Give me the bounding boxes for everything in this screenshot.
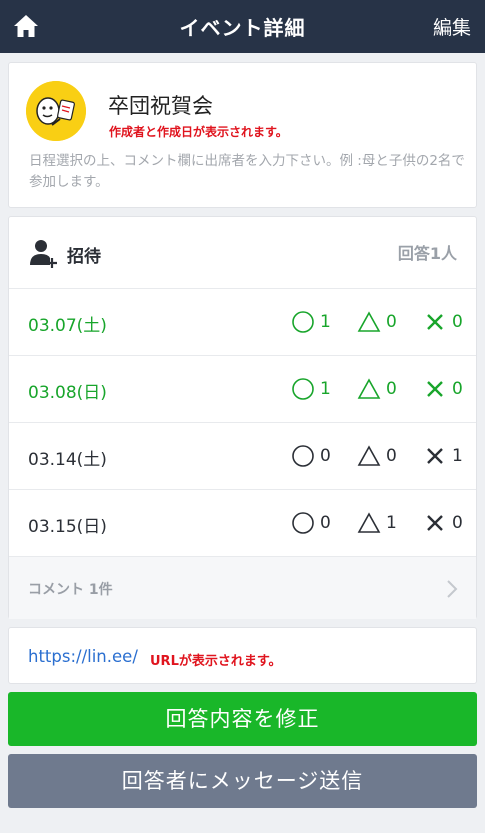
message-responders-button[interactable]: 回答者にメッセージ送信 <box>8 754 477 808</box>
triangle-icon <box>357 311 381 332</box>
invite-header: 招待 回答1人 <box>9 217 476 288</box>
comments-label: コメント 1件 <box>28 582 113 598</box>
date-row[interactable]: 03.15(日) 0 1 0 <box>9 489 476 556</box>
character-avatar <box>26 81 86 141</box>
cross-icon <box>427 381 443 397</box>
triangle-icon <box>357 378 381 399</box>
cross-icon <box>427 448 443 464</box>
date-label: 03.08(日) <box>28 383 107 403</box>
edit-answer-button[interactable]: 回答内容を修正 <box>8 692 477 746</box>
ok-number: 1 <box>320 312 331 332</box>
event-description: 日程選択の上、コメント欄に出席者を入力下さい。例 :母と子供の2名で参加します。 <box>29 153 465 190</box>
ok-number: 1 <box>320 379 331 399</box>
no-number: 0 <box>452 379 463 399</box>
cross-icon <box>427 515 443 531</box>
ok-number: 0 <box>320 513 331 533</box>
add-person-icon <box>30 240 57 268</box>
maybe-number: 0 <box>386 446 397 466</box>
date-row[interactable]: 03.14(土) 0 0 1 <box>9 422 476 489</box>
chevron-right-icon <box>447 580 458 598</box>
no-number: 0 <box>452 312 463 332</box>
circle-icon <box>292 378 314 400</box>
date-label: 03.15(日) <box>28 517 107 537</box>
maybe-number: 0 <box>386 312 397 332</box>
circle-icon <box>292 512 314 534</box>
navbar: イベント詳細 編集 <box>0 0 485 53</box>
date-row[interactable]: 03.08(日) 1 0 0 <box>9 355 476 422</box>
maybe-number: 1 <box>386 513 397 533</box>
date-label: 03.14(土) <box>28 450 107 470</box>
cross-icon <box>427 314 443 330</box>
triangle-icon <box>357 512 381 533</box>
share-url-link[interactable]: https://lin.ee/ <box>28 647 138 666</box>
no-number: 1 <box>452 446 463 466</box>
maybe-number: 0 <box>386 379 397 399</box>
creator-note: 作成者と作成日が表示されます。 <box>109 125 288 139</box>
circle-icon <box>292 311 314 333</box>
circle-icon <box>292 445 314 467</box>
event-title: 卒団祝賀会 <box>108 94 213 118</box>
date-row[interactable]: 03.07(土) 1 0 0 <box>9 288 476 355</box>
page-title: イベント詳細 <box>179 16 306 40</box>
invite-label: 招待 <box>67 247 101 267</box>
answer-count: 回答1人 <box>397 244 457 263</box>
triangle-icon <box>357 445 381 466</box>
ok-number: 0 <box>320 446 331 466</box>
url-card: https://lin.ee/ URLが表示されます。 <box>8 627 477 684</box>
invite-card: 招待 回答1人 03.07(土) 1 0 0 03.08(日) 1 0 0 03… <box>8 216 477 619</box>
no-number: 0 <box>452 513 463 533</box>
event-card: 卒団祝賀会 作成者と作成日が表示されます。 日程選択の上、コメント欄に出席者を入… <box>8 62 477 208</box>
comments-row[interactable]: コメント 1件 <box>9 556 476 619</box>
url-note: URLが表示されます。 <box>150 654 282 669</box>
edit-button[interactable]: 編集 <box>433 13 471 40</box>
date-label: 03.07(土) <box>28 316 107 336</box>
